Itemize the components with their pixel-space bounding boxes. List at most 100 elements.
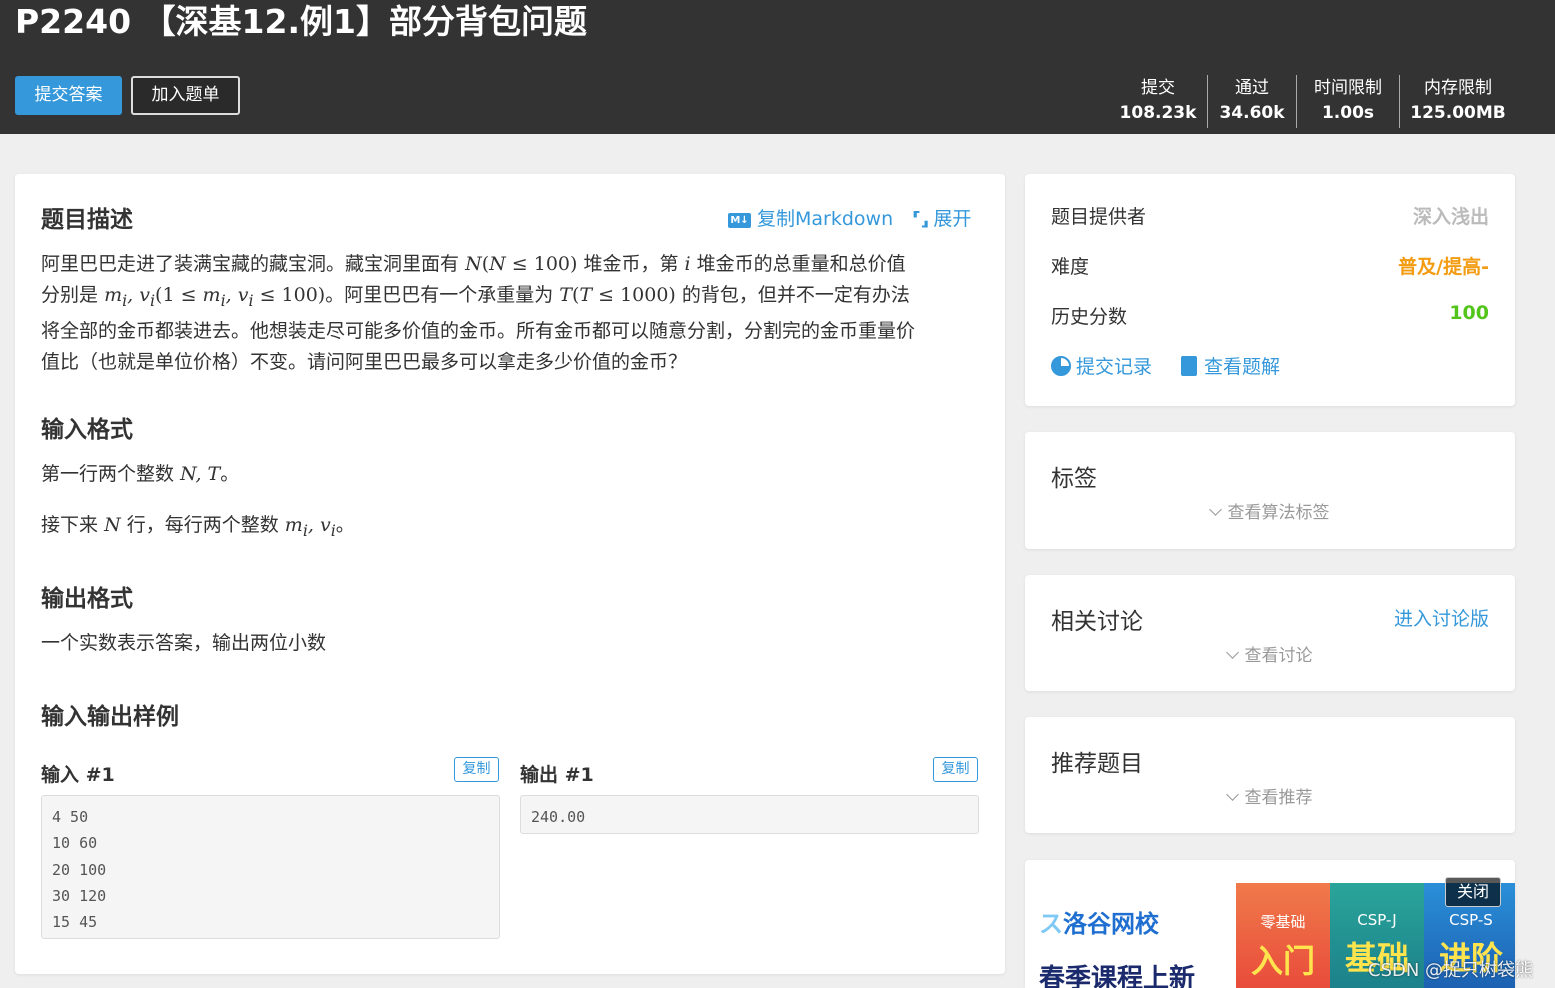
- ad-logo-text: 洛谷网校: [1063, 910, 1159, 938]
- math-expr: i: [684, 253, 691, 275]
- tags-title: 标签: [1051, 466, 1097, 492]
- toggle-label: 查看算法标签: [1227, 503, 1330, 523]
- show-recommend-toggle[interactable]: 查看推荐: [1025, 783, 1515, 808]
- input-text: 。: [220, 463, 240, 485]
- ad-panel-label: CSP-J: [1357, 911, 1397, 929]
- desc-text: 值比（也就是单位价格）不变。请问阿里巴巴最多可以拿走多少价值的金币？: [41, 350, 688, 373]
- desc-text: 的背包，但并不一定有办法: [681, 284, 910, 306]
- stat-label: 提交: [1141, 78, 1175, 98]
- input-text: 接下来: [41, 514, 99, 536]
- divider: [1399, 75, 1400, 128]
- recommend-card: 推荐题目 查看推荐: [1025, 717, 1515, 833]
- stat-value: 1.00s: [1321, 103, 1375, 123]
- watermark: CSDN @捉只树袋熊: [1368, 960, 1534, 981]
- math-expr: T: [559, 284, 572, 306]
- sample-output-box[interactable]: 240.00: [520, 795, 979, 834]
- pie-chart-icon: [1051, 356, 1071, 376]
- sample-output-label: 输出 #1: [520, 764, 594, 786]
- show-tags-toggle[interactable]: 查看算法标签: [1025, 498, 1515, 523]
- stat-memory-limit: 内存限制 125.00MB: [1404, 76, 1512, 128]
- chevron-down-icon: [1208, 503, 1222, 516]
- desc-text: 堆金币，第: [583, 253, 679, 275]
- ad-panel-title: 入门: [1250, 942, 1315, 980]
- copy-input-button[interactable]: 复制: [454, 757, 499, 782]
- desc-text: 堆金币的总重量和总价值: [696, 253, 906, 275]
- math-expr: N: [465, 253, 482, 275]
- ad-logo: ス洛谷网校: [1039, 904, 1159, 939]
- chevron-down-icon: [1225, 646, 1239, 659]
- luogu-logo-icon: ス: [1039, 910, 1063, 938]
- chevron-down-icon: [1225, 788, 1239, 801]
- copy-output-button[interactable]: 复制: [933, 757, 978, 782]
- sample-input-box[interactable]: 4 50 10 60 20 100 30 120 15 45: [41, 795, 500, 939]
- provider-label: 题目提供者: [1051, 206, 1147, 228]
- stat-submissions: 提交 108.23k: [1114, 76, 1202, 128]
- stat-label: 内存限制: [1424, 78, 1492, 98]
- description-heading: 题目描述: [41, 207, 133, 233]
- stat-value: 34.60k: [1219, 103, 1285, 123]
- copy-markdown-link[interactable]: M↓ 复制Markdown: [728, 204, 893, 231]
- desc-text: 分别是: [41, 284, 99, 306]
- input-format-line-2: 接下来 N 行，每行两个整数 mi, vi。: [41, 510, 981, 546]
- score-label: 历史分数: [1051, 306, 1128, 328]
- submission-records-link[interactable]: 提交记录: [1051, 352, 1152, 379]
- book-icon: [1181, 356, 1197, 376]
- math-expr: mi, vi: [284, 514, 336, 540]
- samples-heading: 输入输出样例: [41, 704, 179, 730]
- input-text: 第一行两个整数: [41, 463, 175, 485]
- math-expr: N, T: [180, 463, 221, 485]
- add-to-list-button[interactable]: 加入题单: [131, 76, 240, 115]
- math-expr: mi, vi: [104, 284, 156, 310]
- toggle-label: 查看讨论: [1244, 646, 1313, 666]
- problem-card: 题目描述 M↓ 复制Markdown ⸢⸥ 展开 阿里巴巴走进了装满宝藏的藏宝洞。藏…: [15, 174, 1005, 974]
- stat-label: 时间限制: [1314, 78, 1382, 98]
- output-format-text: 一个实数表示答案，输出两位小数: [41, 632, 327, 654]
- discussion-card: 相关讨论 进入讨论版 查看讨论: [1025, 575, 1515, 691]
- toggle-label: 查看推荐: [1244, 788, 1313, 808]
- input-format-line-1: 第一行两个整数 N, T。: [41, 459, 981, 490]
- stat-accepted: 通过 34.60k: [1212, 76, 1292, 128]
- ad-panel-label: 零基础: [1260, 913, 1306, 931]
- description-text: 阿里巴巴走进了装满宝藏的藏宝洞。藏宝洞里面有 N(N ≤ 100) 堆金币，第 …: [41, 253, 916, 373]
- desc-text: 阿里巴巴走进了装满宝藏的藏宝洞。藏宝洞里面有: [41, 253, 460, 275]
- problem-info-card: 题目提供者 深入浅出 难度 普及/提高- 历史分数 100 提交记录 查看题解: [1025, 174, 1515, 406]
- ad-panel: 零基础 入门: [1236, 883, 1330, 988]
- divider: [1207, 75, 1208, 128]
- sample-input-label: 输入 #1: [41, 764, 115, 786]
- score-value: 100: [1449, 302, 1489, 324]
- difficulty-value: 普及/提高-: [1398, 256, 1489, 278]
- submit-answer-button[interactable]: 提交答案: [15, 76, 122, 115]
- close-ad-button[interactable]: 关闭: [1445, 877, 1501, 907]
- math-expr: N: [104, 514, 121, 536]
- page-title: P2240 【深基12.例1】部分背包问题: [15, 2, 587, 41]
- view-solutions-link[interactable]: 查看题解: [1181, 352, 1280, 379]
- stat-label: 通过: [1235, 78, 1269, 98]
- divider: [1296, 75, 1297, 128]
- link-label: 查看题解: [1204, 356, 1281, 378]
- copy-markdown-label: 复制Markdown: [757, 208, 894, 230]
- link-label: 提交记录: [1076, 356, 1153, 378]
- stat-value: 108.23k: [1119, 103, 1197, 123]
- output-format-heading: 输出格式: [41, 586, 133, 612]
- provider-value[interactable]: 深入浅出: [1413, 202, 1489, 229]
- input-text: 。: [335, 514, 355, 536]
- input-text: 行，每行两个整数: [126, 514, 279, 536]
- desc-text: 。阿里巴巴有一个承重量为: [325, 284, 554, 306]
- difficulty-label: 难度: [1051, 256, 1090, 278]
- recommend-title: 推荐题目: [1051, 751, 1143, 777]
- expand-icon: ⸢⸥: [912, 208, 930, 230]
- discussion-title: 相关讨论: [1051, 609, 1143, 635]
- expand-link[interactable]: ⸢⸥ 展开: [912, 204, 971, 231]
- problem-header: P2240 【深基12.例1】部分背包问题 提交答案 加入题单 提交 108.2…: [0, 0, 1555, 134]
- expand-label: 展开: [933, 208, 972, 230]
- ad-panel-label: CSP-S: [1449, 911, 1493, 929]
- show-discussion-toggle[interactable]: 查看讨论: [1025, 641, 1515, 666]
- desc-text: 将全部的金币都装进去。他想装走尽可能多价值的金币。所有金币都可以随意分割，分割完…: [41, 319, 916, 342]
- markdown-icon: M↓: [728, 213, 751, 228]
- ad-slogan: 春季课程上新: [1039, 964, 1196, 988]
- stat-value: 125.00MB: [1410, 103, 1506, 123]
- input-format-heading: 输入格式: [41, 417, 133, 443]
- stat-time-limit: 时间限制 1.00s: [1300, 76, 1396, 128]
- tags-card: 标签 查看算法标签: [1025, 432, 1515, 549]
- enter-forum-link[interactable]: 进入讨论版: [1394, 604, 1489, 631]
